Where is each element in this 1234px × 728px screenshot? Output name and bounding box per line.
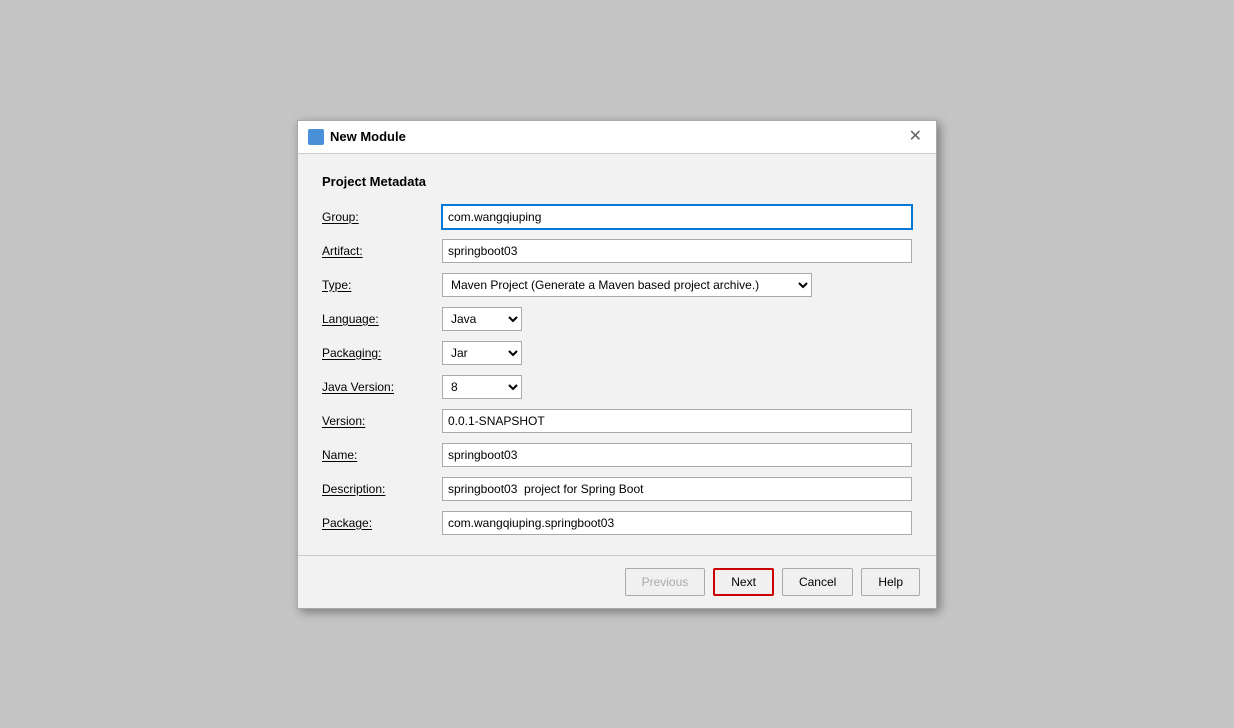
dialog-wrapper: New Module ✕ Project Metadata Group: Art…: [0, 0, 1234, 728]
language-select[interactable]: Java Kotlin Groovy: [442, 307, 522, 331]
dialog-icon: [308, 129, 324, 145]
cancel-button[interactable]: Cancel: [782, 568, 853, 596]
titlebar-left: New Module: [308, 129, 406, 145]
group-label: Group:: [322, 210, 442, 224]
java-version-label: Java Version:: [322, 380, 442, 394]
packaging-select[interactable]: Jar War: [442, 341, 522, 365]
next-button[interactable]: Next: [713, 568, 774, 596]
packaging-label: Packaging:: [322, 346, 442, 360]
artifact-label: Artifact:: [322, 244, 442, 258]
name-label: Name:: [322, 448, 442, 462]
dialog-body: Project Metadata Group: Artifact: Type: …: [298, 154, 936, 555]
group-input[interactable]: [442, 205, 912, 229]
dialog-title: New Module: [330, 129, 406, 144]
dialog-titlebar: New Module ✕: [298, 121, 936, 154]
version-label: Version:: [322, 414, 442, 428]
description-input[interactable]: [442, 477, 912, 501]
version-input[interactable]: [442, 409, 912, 433]
type-label: Type:: [322, 278, 442, 292]
package-input[interactable]: [442, 511, 912, 535]
close-button[interactable]: ✕: [905, 127, 926, 147]
form-grid: Group: Artifact: Type: Maven Project (Ge…: [322, 205, 912, 535]
name-input[interactable]: [442, 443, 912, 467]
section-title: Project Metadata: [322, 174, 912, 189]
new-module-dialog: New Module ✕ Project Metadata Group: Art…: [297, 120, 937, 609]
java-version-select[interactable]: 8 11 17: [442, 375, 522, 399]
type-select[interactable]: Maven Project (Generate a Maven based pr…: [442, 273, 812, 297]
package-label: Package:: [322, 516, 442, 530]
dialog-footer: Previous Next Cancel Help: [298, 555, 936, 608]
language-label: Language:: [322, 312, 442, 326]
artifact-input[interactable]: [442, 239, 912, 263]
description-label: Description:: [322, 482, 442, 496]
help-button[interactable]: Help: [861, 568, 920, 596]
previous-button[interactable]: Previous: [625, 568, 706, 596]
